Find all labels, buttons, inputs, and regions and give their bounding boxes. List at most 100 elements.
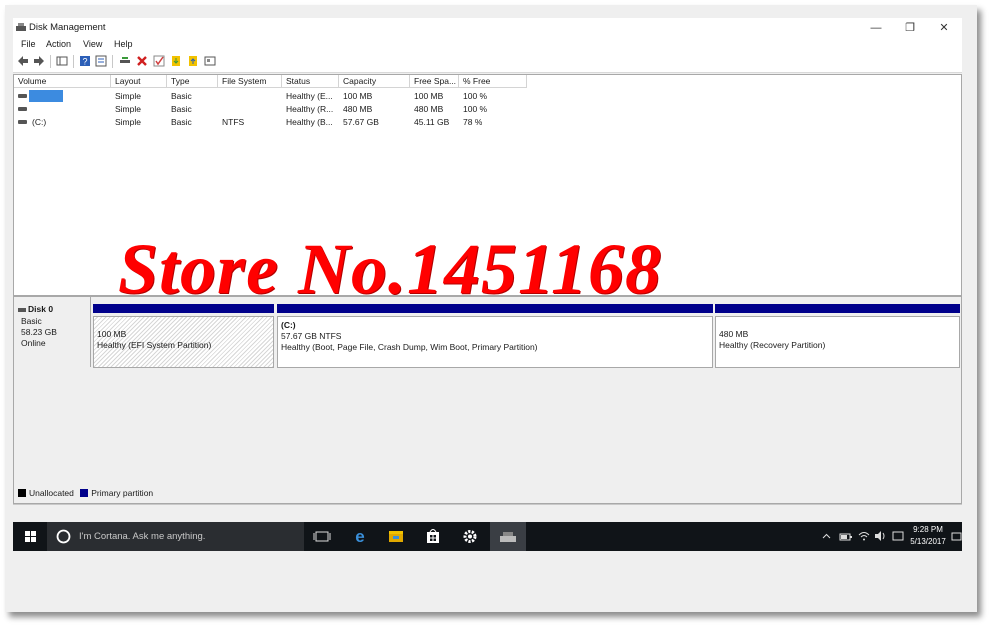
partition-name: (C:) (281, 320, 296, 330)
disk-management-taskbar-button[interactable] (490, 522, 526, 551)
legend: Unallocated Primary partition (13, 488, 153, 498)
toolbar: ? (13, 52, 962, 73)
table-row[interactable]: (C:) Simple Basic NTFS Healthy (B... 57.… (14, 116, 527, 128)
wifi-icon[interactable] (858, 530, 870, 542)
drive-icon (18, 94, 27, 98)
column-header-capacity[interactable]: Capacity (339, 75, 410, 88)
column-header-volume[interactable]: Volume (14, 75, 111, 88)
partition-bar (93, 304, 274, 313)
menu-action[interactable]: Action (46, 39, 71, 49)
notification-icon[interactable] (951, 531, 962, 542)
windows-start-icon[interactable] (13, 522, 47, 551)
column-header-type[interactable]: Type (167, 75, 218, 88)
connect-icon[interactable] (119, 55, 131, 67)
partition-efi[interactable]: 100 MB Healthy (EFI System Partition) (93, 304, 274, 368)
partition-size: 57.67 GB NTFS (281, 331, 342, 341)
battery-icon[interactable] (839, 531, 853, 542)
percent-free-cell: 100 % (463, 91, 488, 101)
clock-time[interactable]: 9:28 PM (906, 525, 950, 534)
delete-icon[interactable] (136, 55, 148, 67)
console-tree-icon[interactable] (56, 55, 68, 67)
help-icon[interactable]: ? (79, 55, 91, 67)
back-arrow-icon[interactable] (17, 55, 29, 67)
cortana-placeholder: I'm Cortana. Ask me anything. (79, 531, 206, 542)
store-icon[interactable] (416, 522, 450, 551)
volume-speaker-icon[interactable] (874, 530, 887, 542)
task-view-icon[interactable] (305, 522, 339, 551)
toolbar-separator (112, 55, 113, 68)
legend-primary-partition: Primary partition (91, 488, 154, 498)
status-cell: Healthy (B... (286, 117, 333, 127)
disk-management-icon (16, 23, 26, 31)
layout-cell: Simple (115, 117, 141, 127)
input-keyboard-icon[interactable] (892, 530, 904, 542)
cortana-circle-icon (56, 529, 71, 544)
partition-status: Healthy (EFI System Partition) (97, 340, 212, 350)
unallocated-swatch (18, 489, 26, 497)
partition-status: Healthy (Recovery Partition) (719, 340, 826, 350)
chevron-up-icon[interactable] (821, 531, 832, 542)
menu-bar: File Action View Help (13, 38, 962, 52)
disk-type: Basic (21, 316, 42, 326)
status-divider (13, 504, 962, 505)
disk-state: Online (21, 338, 46, 348)
drive-icon (18, 120, 27, 124)
minimize-button[interactable]: — (859, 19, 893, 37)
import-icon[interactable] (170, 55, 182, 67)
column-header-percent-free[interactable]: % Free (459, 75, 527, 88)
partition-c-drive[interactable]: (C:) 57.67 GB NTFS Healthy (Boot, Page F… (277, 304, 713, 368)
properties-icon[interactable] (95, 55, 107, 67)
svg-text:e: e (355, 527, 364, 546)
partition-bar (277, 304, 713, 313)
edge-browser-icon[interactable]: e (343, 522, 377, 551)
cortana-search-box[interactable]: I'm Cortana. Ask me anything. (47, 522, 304, 551)
type-cell: Basic (171, 91, 192, 101)
drive-icon (18, 107, 27, 111)
partition-status: Healthy (Boot, Page File, Crash Dump, Wi… (281, 342, 538, 352)
partition-body: (C:) 57.67 GB NTFS Healthy (Boot, Page F… (277, 316, 713, 368)
menu-view[interactable]: View (83, 39, 102, 49)
menu-file[interactable]: File (21, 39, 36, 49)
table-row[interactable]: Simple Basic Healthy (R... 480 MB 480 MB… (14, 103, 527, 115)
close-button[interactable]: ✕ (927, 19, 961, 37)
svg-text:?: ? (82, 57, 87, 67)
settings-gear-icon[interactable] (453, 522, 487, 551)
layout-cell: Simple (115, 104, 141, 114)
partition-size: 100 MB (97, 329, 127, 339)
toolbar-separator (50, 55, 51, 68)
status-cell: Healthy (E... (286, 91, 333, 101)
volume-name-cell: (C:) (32, 117, 47, 127)
disk-name: Disk 0 (28, 304, 54, 314)
restore-button[interactable]: ❐ (893, 19, 927, 37)
free-space-cell: 100 MB (414, 91, 444, 101)
clock-date[interactable]: 5/13/2017 (906, 537, 950, 546)
partition-body: 100 MB Healthy (EFI System Partition) (93, 316, 274, 368)
check-icon[interactable] (153, 55, 165, 67)
title-bar: Disk Management — ❐ ✕ (13, 18, 962, 38)
capacity-cell: 57.67 GB (343, 117, 379, 127)
partition-recovery[interactable]: 480 MB Healthy (Recovery Partition) (715, 304, 960, 368)
disk-icon (18, 308, 26, 312)
forward-arrow-icon[interactable] (33, 55, 45, 67)
table-row[interactable]: Simple Basic Healthy (E... 100 MB 100 MB… (14, 90, 527, 102)
status-cell: Healthy (R... (286, 104, 334, 114)
free-space-cell: 480 MB (414, 104, 444, 114)
partition-size: 480 MB (719, 329, 749, 339)
capacity-cell: 100 MB (343, 91, 373, 101)
column-header-status[interactable]: Status (282, 75, 339, 88)
percent-free-cell: 100 % (463, 104, 488, 114)
volume-name-cell (29, 90, 63, 102)
disk-info-panel[interactable]: Disk 0 Basic 58.23 GB Online (14, 297, 91, 367)
column-header-file-system[interactable]: File System (218, 75, 282, 88)
window-title: Disk Management (29, 22, 106, 33)
free-space-cell: 45.11 GB (414, 117, 450, 127)
file-explorer-icon[interactable] (379, 522, 413, 551)
partition-body: 480 MB Healthy (Recovery Partition) (715, 316, 960, 368)
primary-partition-swatch (80, 489, 89, 497)
settings-icon[interactable] (204, 55, 216, 67)
column-header-layout[interactable]: Layout (111, 75, 167, 88)
column-header-free-space[interactable]: Free Spa... (410, 75, 459, 88)
export-icon[interactable] (187, 55, 199, 67)
menu-help[interactable]: Help (114, 39, 133, 49)
disk-management-app-icon (500, 532, 516, 542)
